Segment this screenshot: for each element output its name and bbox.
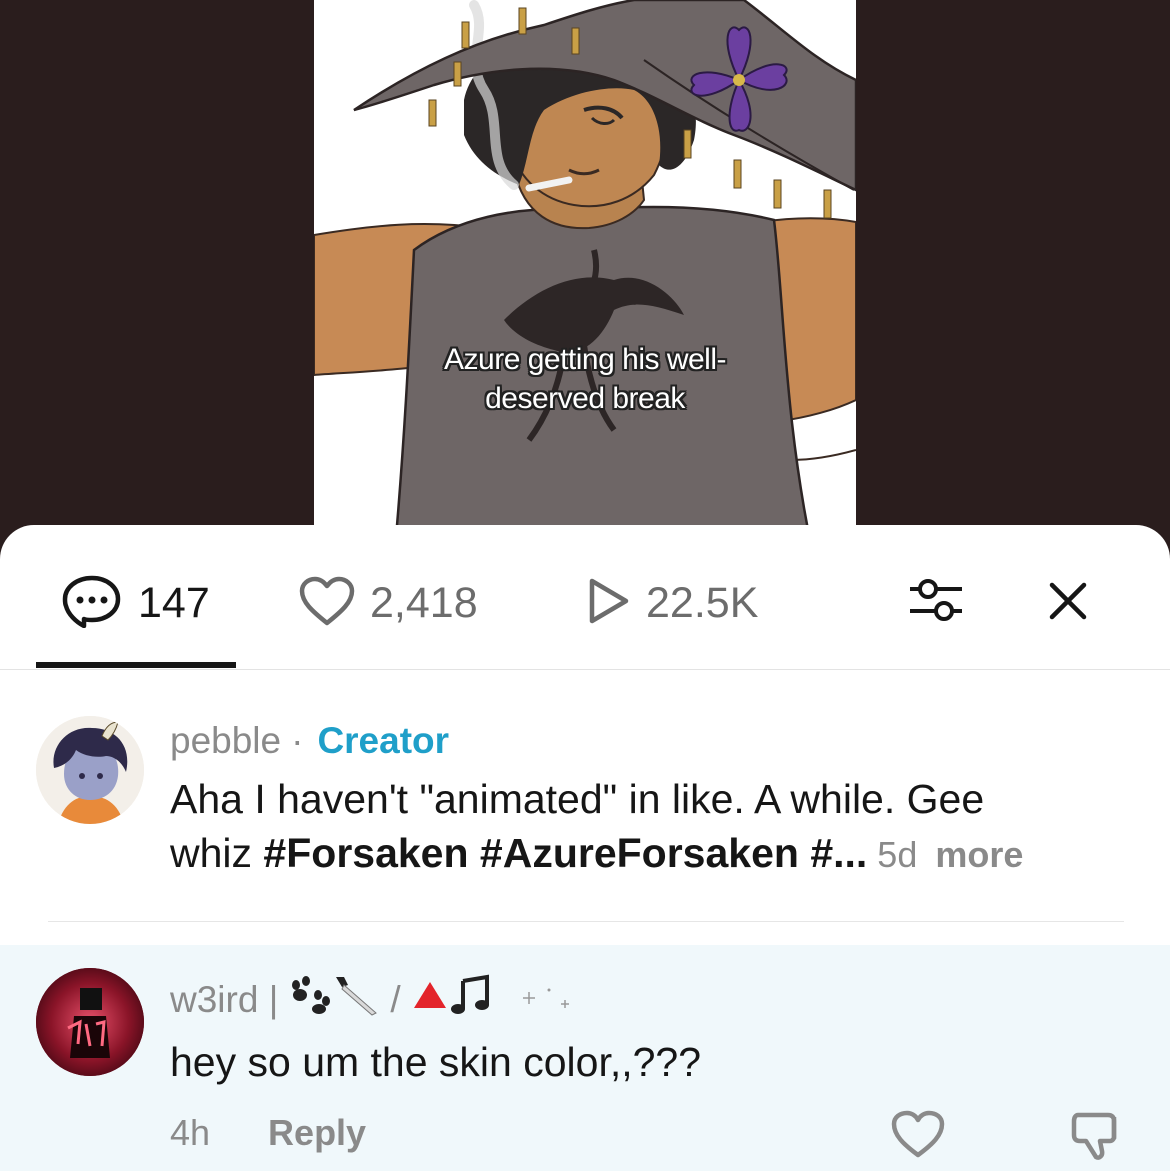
more-link[interactable]: more [935,834,1023,875]
filter-sliders-icon [908,579,964,629]
comment-text-line-2: whiz #Forsaken #AzureForsaken #... 5d more [170,826,1023,882]
comment-username[interactable]: w3ird | [170,979,278,1021]
username-emoji-badges: / [286,973,570,1026]
knife-icon [332,973,380,1026]
comment-dislike-button[interactable] [1070,1109,1126,1161]
comments-sheet: 147 2,418 22.5K pebble · Creator Aha I h… [0,525,1170,1171]
tab-views[interactable]: 22.5K [584,577,758,629]
filter-button[interactable] [908,575,964,625]
caption-line-2: deserved break [485,382,685,415]
stats-bar: 147 2,418 22.5K [0,525,1170,670]
reply-button[interactable]: Reply [268,1112,366,1154]
heart-icon [298,575,356,632]
comment-author-row: w3ird | / [170,973,571,1026]
active-tab-indicator [36,662,236,668]
comment-like-button[interactable] [890,1109,946,1159]
view-count: 22.5K [646,578,759,627]
caption-line-1: Azure getting his well- [444,343,726,376]
comment-age: 5d [877,834,918,875]
tab-likes[interactable]: 2,418 [298,575,478,632]
comment-author-row: pebble · Creator [170,720,449,762]
comment-meta-row: 4h Reply [170,1112,366,1154]
close-button[interactable] [1046,579,1090,623]
badge-separator: / [390,978,401,1020]
sparkle-icon [521,979,571,1021]
comment-divider [48,921,1124,922]
comment-bubble-icon [60,574,124,633]
avatar[interactable] [36,716,144,824]
heart-icon [890,1110,946,1163]
creator-badge: Creator [317,720,450,761]
comment-count: 147 [138,578,210,627]
comment-hashtags[interactable]: #Forsaken #AzureForsaken #... [263,830,867,876]
comment-body: Aha I haven't "animated" in like. A whil… [170,772,1023,882]
thumbs-down-icon [1070,1112,1126,1165]
comment-text-plain: whiz [170,830,264,876]
triangle-icon [411,978,449,1021]
comment-item-highlighted: w3ird | / hey so um the skin color,,??? … [0,945,1170,1171]
artwork-illustration [314,0,856,560]
paw-icon [286,975,332,1024]
play-icon [584,575,632,632]
comment-item: pebble · Creator Aha I haven't "animated… [0,670,1170,920]
comment-age: 4h [170,1112,211,1153]
video-caption: Azure getting his well- deserved break [314,340,856,418]
avatar[interactable] [36,968,144,1076]
username-separator: · [291,720,304,761]
close-icon [1046,582,1090,627]
tab-comments[interactable]: 147 [60,575,210,629]
like-count: 2,418 [370,578,478,627]
comment-username[interactable]: pebble [170,720,281,762]
comment-text-line-1: Aha I haven't "animated" in like. A whil… [170,776,985,822]
video-player[interactable]: Azure getting his well- deserved break [314,0,856,560]
music-note-icon [449,973,493,1026]
comment-body: hey so um the skin color,,??? [170,1039,702,1085]
